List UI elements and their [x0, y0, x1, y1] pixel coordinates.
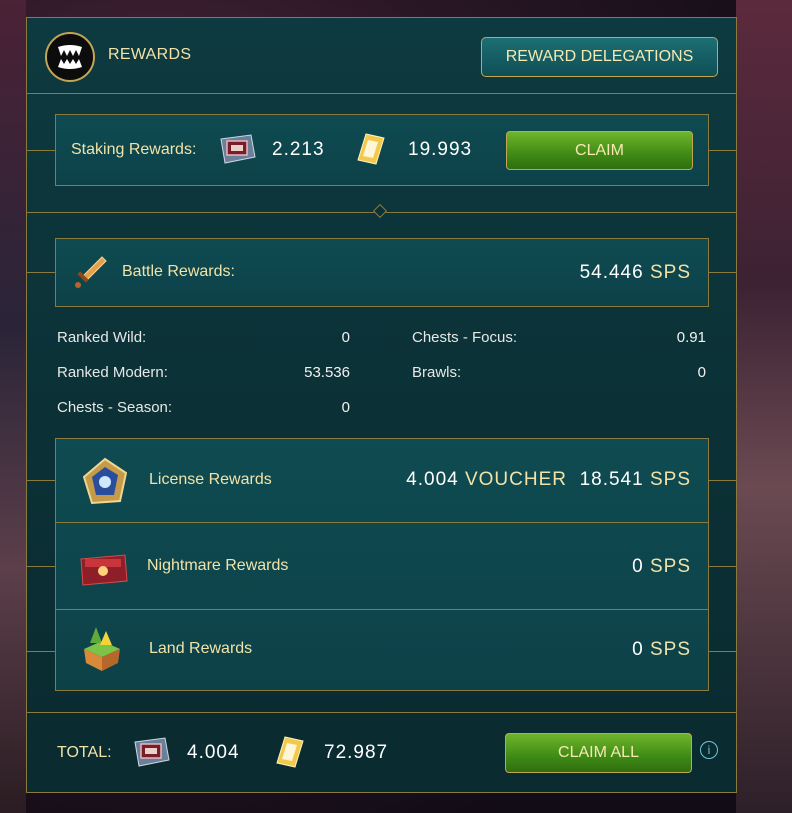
stat-value-chests-season: 0 [341, 399, 350, 416]
land-rewards-unit: SPS [649, 639, 691, 660]
sword-icon [70, 253, 110, 293]
connector-line [27, 651, 55, 652]
stat-label-chests-season: Chests - Season: [57, 399, 173, 416]
staking-rewards-label: Staking Rewards: [71, 141, 197, 158]
connector-line [27, 566, 55, 567]
sps-crystal-icon [273, 734, 307, 770]
rewards-panel: REWARDS REWARD DELEGATIONS Staking Rewar… [26, 17, 737, 793]
page-title: REWARDS [108, 46, 192, 63]
battle-rewards-total: 54.446 SPS [580, 262, 691, 284]
rewards-header: REWARDS REWARD DELEGATIONS [27, 18, 736, 94]
license-voucher-value: 4.004 [406, 469, 459, 490]
connector-line [708, 150, 736, 151]
total-sps-value: 72.987 [324, 742, 389, 763]
license-sps-unit: SPS [649, 469, 691, 490]
land-rewards-total: 0 SPS [632, 639, 691, 661]
divider-diamond [372, 203, 388, 219]
connector-line [27, 272, 55, 273]
nightmare-chest-icon [76, 543, 130, 591]
land-island-icon [78, 622, 126, 676]
voucher-icon [130, 735, 172, 769]
nightmare-rewards-total: 0 SPS [632, 556, 691, 578]
battle-rewards-value: 54.446 [579, 262, 644, 283]
license-rewards-label: License Rewards [149, 471, 272, 488]
connector-line [708, 480, 736, 481]
voucher-icon [216, 132, 258, 166]
staking-voucher-value: 2.213 [272, 139, 325, 160]
land-rewards-row: Land Rewards 0 SPS [56, 610, 708, 690]
stat-label-chests-focus: Chests - Focus: [412, 329, 518, 346]
sps-crystal-icon [354, 131, 388, 167]
stat-value-ranked-wild: 0 [341, 329, 350, 346]
fangs-logo-icon [45, 32, 95, 82]
reward-delegations-button[interactable]: REWARD DELEGATIONS [481, 37, 718, 77]
stat-value-brawls: 0 [697, 364, 706, 381]
connector-line [708, 272, 736, 273]
nightmare-rewards-value: 0 [632, 556, 644, 577]
battle-rewards-box: Battle Rewards: 54.446 SPS [55, 238, 709, 307]
background-right [736, 0, 792, 813]
license-rewards-total: 4.004 VOUCHER 18.541 SPS [406, 469, 691, 491]
battle-rewards-unit: SPS [649, 262, 691, 283]
stat-label-ranked-modern: Ranked Modern: [57, 364, 168, 381]
land-rewards-value: 0 [632, 639, 644, 660]
claim-button[interactable]: CLAIM [506, 131, 693, 170]
info-icon[interactable]: i [700, 741, 718, 759]
claim-all-button[interactable]: CLAIM ALL [505, 733, 692, 773]
connector-line [708, 566, 736, 567]
nightmare-rewards-unit: SPS [649, 556, 691, 577]
connector-line [27, 150, 55, 151]
total-voucher-value: 4.004 [187, 742, 240, 763]
connector-line [27, 480, 55, 481]
staking-rewards-box: Staking Rewards: 2.213 19.993 CLAIM [55, 114, 709, 186]
stat-value-chests-focus: 0.91 [676, 329, 706, 346]
stat-label-ranked-wild: Ranked Wild: [57, 329, 147, 346]
battle-rewards-label: Battle Rewards: [122, 263, 235, 280]
stat-value-ranked-modern: 53.536 [304, 364, 350, 381]
nightmare-rewards-label: Nightmare Rewards [147, 557, 289, 574]
connector-line [708, 651, 736, 652]
staking-sps-value: 19.993 [408, 139, 473, 160]
nightmare-rewards-row: Nightmare Rewards 0 SPS [56, 523, 708, 610]
fangs-icon [58, 45, 82, 69]
total-label: TOTAL: [57, 744, 112, 761]
land-rewards-label: Land Rewards [149, 640, 253, 657]
license-rewards-row: License Rewards 4.004 VOUCHER 18.541 SPS [56, 439, 708, 523]
stat-label-brawls: Brawls: [412, 364, 462, 381]
footer-divider [27, 712, 736, 713]
license-voucher-unit: VOUCHER [464, 469, 567, 490]
background-left [0, 0, 26, 813]
license-icon [78, 455, 132, 509]
other-rewards-box: License Rewards 4.004 VOUCHER 18.541 SPS… [55, 438, 709, 691]
license-sps-value: 18.541 [579, 469, 644, 490]
